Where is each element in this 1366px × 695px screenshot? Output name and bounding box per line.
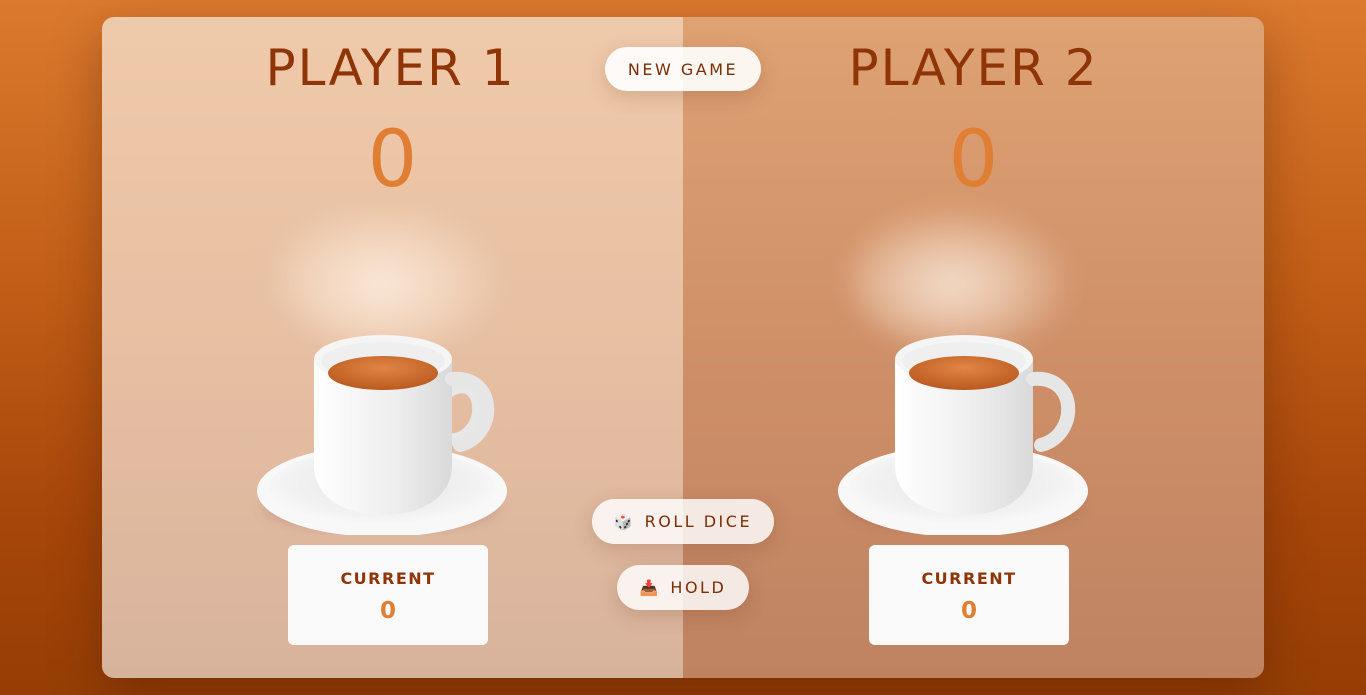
player-2-current-label: CURRENT bbox=[921, 569, 1017, 588]
roll-dice-label: ROLL DICE bbox=[644, 512, 753, 531]
inbox-tray-icon: 📥 bbox=[639, 578, 659, 597]
player-2-score: 0 bbox=[948, 115, 999, 205]
player-1-current-value: 0 bbox=[379, 598, 396, 624]
dice-icon: 🎲 bbox=[613, 512, 633, 531]
coffee-cup-icon bbox=[252, 315, 512, 535]
player-1-score: 0 bbox=[367, 115, 418, 205]
new-game-label: NEW GAME bbox=[627, 59, 739, 79]
hold-button[interactable]: 📥 HOLD bbox=[617, 565, 749, 610]
player-1-current-box: CURRENT 0 bbox=[288, 545, 488, 645]
player-2-name: PLAYER 2 bbox=[848, 39, 1099, 97]
roll-dice-button[interactable]: 🎲 ROLL DICE bbox=[592, 499, 774, 544]
player-1-current-label: CURRENT bbox=[340, 569, 436, 588]
player-1-name: PLAYER 1 bbox=[265, 39, 516, 97]
hold-label: HOLD bbox=[670, 578, 727, 597]
new-game-button[interactable]: NEW GAME bbox=[605, 47, 761, 91]
player-2-panel: PLAYER 2 0 CURRENT 0 bbox=[683, 17, 1264, 678]
coffee-cup-icon bbox=[833, 315, 1093, 535]
player-1-panel: PLAYER 1 0 CURRENT 0 bbox=[102, 17, 683, 678]
player-2-current-box: CURRENT 0 bbox=[869, 545, 1069, 645]
player-2-current-value: 0 bbox=[960, 598, 977, 624]
